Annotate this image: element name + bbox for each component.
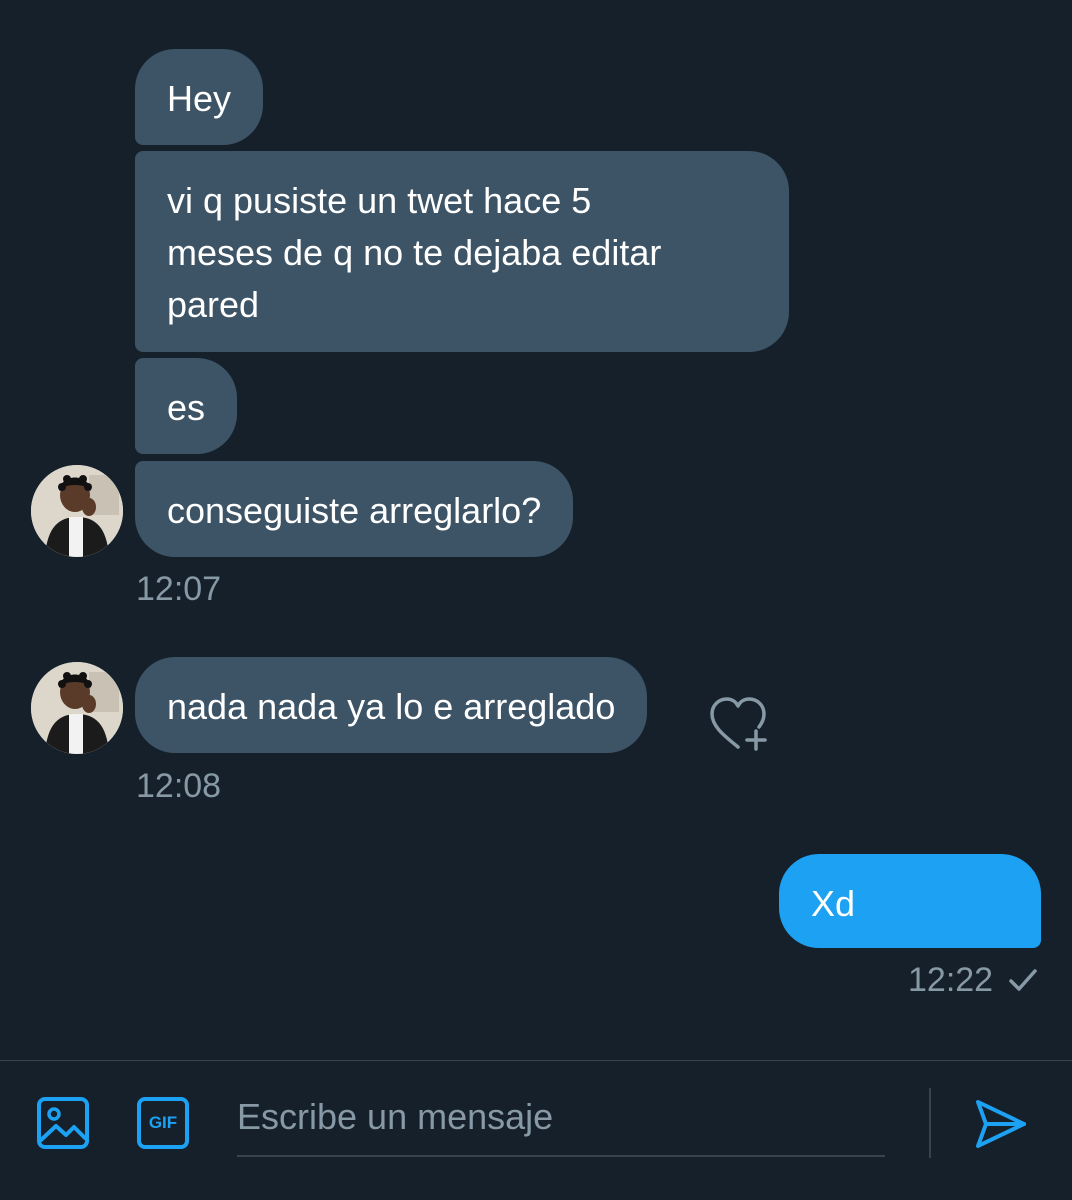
message-input[interactable] bbox=[237, 1085, 885, 1149]
incoming-message-bubble[interactable]: Hey bbox=[135, 49, 264, 145]
message-timestamp: 12:22 bbox=[908, 961, 994, 999]
heart-plus-icon[interactable] bbox=[706, 695, 772, 755]
outgoing-message-bubble[interactable]: Xd bbox=[779, 854, 1041, 948]
gif-icon[interactable]: GIF bbox=[136, 1096, 190, 1150]
image-icon[interactable] bbox=[36, 1096, 90, 1150]
avatar-photo bbox=[31, 465, 123, 557]
send-divider bbox=[929, 1088, 931, 1158]
sender-avatar[interactable] bbox=[31, 465, 123, 557]
message-timestamp: 12:07 bbox=[136, 570, 222, 608]
send-icon[interactable] bbox=[972, 1096, 1028, 1152]
dm-conversation-screen: Hey vi q pusiste un twet hace 5 meses de… bbox=[0, 0, 1072, 1200]
composer-divider bbox=[0, 1060, 1072, 1061]
incoming-message-bubble[interactable]: conseguiste arreglarlo? bbox=[135, 461, 574, 557]
incoming-message-bubble[interactable]: vi q pusiste un twet hace 5 meses de q n… bbox=[135, 151, 789, 352]
incoming-message-bubble[interactable]: es bbox=[135, 358, 238, 454]
incoming-message-bubble[interactable]: nada nada ya lo e arreglado bbox=[135, 657, 648, 753]
gif-label: GIF bbox=[148, 1113, 178, 1132]
checkmark-icon bbox=[1009, 969, 1037, 991]
avatar-photo bbox=[31, 662, 123, 754]
message-timestamp: 12:08 bbox=[136, 767, 222, 805]
sender-avatar[interactable] bbox=[31, 662, 123, 754]
message-input-wrapper bbox=[237, 1085, 885, 1157]
